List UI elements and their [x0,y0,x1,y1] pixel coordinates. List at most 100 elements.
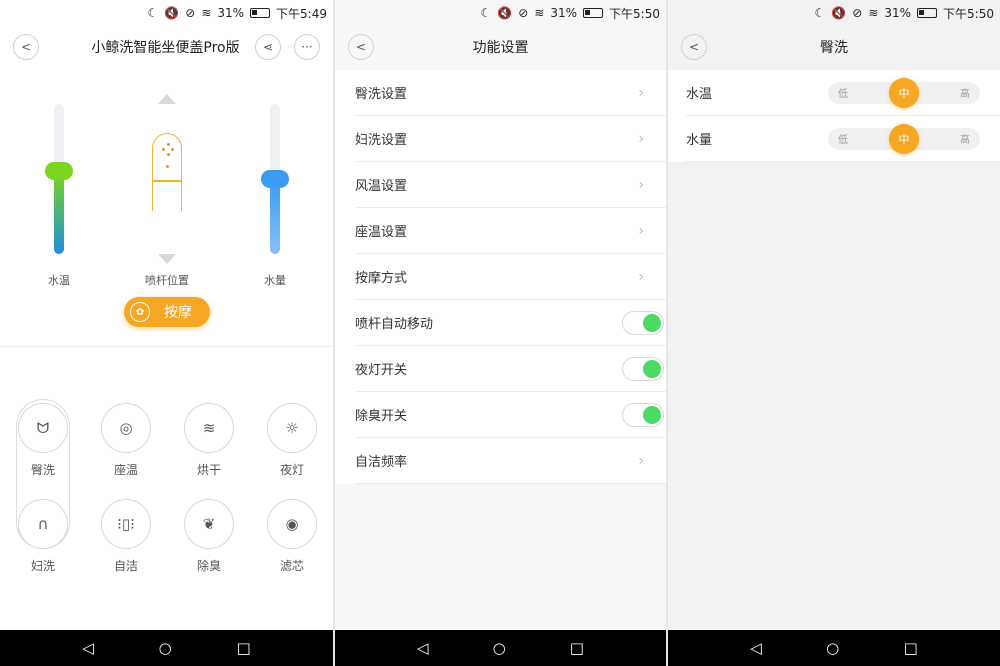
chevron-right-icon: › [638,452,644,469]
water-temp-selector[interactable]: 低 中 高 [828,77,980,108]
nozzle-icon [152,133,182,211]
slider-knob[interactable] [261,170,289,188]
settings-list: 臀洗设置 › 妇洗设置 › 风温设置 › 座温设置 › 按摩方式 › 喷杆自动移… [335,70,666,484]
spray-dot [167,153,170,156]
back-arrow-icon: < [355,40,367,54]
water-temp-slider[interactable] [39,104,79,254]
row-label: 座温设置 [355,225,408,240]
more-button[interactable]: ··· [294,34,320,60]
rear-wash-screen: ☾ 🔇 ⊘ ≋ 31% 下午5:50 < 臀洗 水温 低 中 高 水量 低 中 … [668,0,1000,666]
clock: 下午5:50 [943,6,994,21]
settings-row-rear-wash[interactable]: 臀洗设置 › [355,70,666,116]
mode-dry[interactable]: ≋ 烘干 [179,403,239,478]
clock: 下午5:49 [276,6,327,21]
option-selected[interactable]: 中 [889,77,919,108]
night-light-toggle[interactable] [622,356,664,381]
alarm-off-icon: ⊘ [852,6,863,20]
settings-row-self-clean-frequency[interactable]: 自洁频率 › [355,438,666,484]
toggle-knob [643,405,661,424]
back-button[interactable]: < [681,34,707,60]
option-high[interactable]: 高 [960,131,970,146]
mode-label: 自洁 [113,559,138,573]
nozzle-position-dot [166,165,169,168]
water-temp-label: 水温 [48,274,70,287]
self-clean-icon: ⁝▯⁝ [101,499,151,549]
option-low[interactable]: 低 [838,131,848,146]
back-button[interactable]: < [13,34,39,60]
nozzle-position-label: 喷杆位置 [145,274,189,287]
deodorize-icon: ❦ [184,499,234,549]
nozzle-forward-arrow-icon[interactable] [158,94,176,104]
mute-icon: 🔇 [164,6,180,20]
nav-recents-icon[interactable]: □ [236,639,250,657]
mode-label: 烘干 [196,463,221,477]
back-arrow-icon: < [20,40,32,54]
mode-deodorize[interactable]: ❦ 除臭 [179,499,239,574]
wifi-icon: ≋ [534,6,545,20]
row-label: 风温设置 [355,179,408,194]
nav-recents-icon[interactable]: □ [904,639,918,657]
nav-back-icon[interactable]: ◁ [750,639,762,657]
nav-home-icon[interactable]: ○ [493,639,506,657]
row-label: 水量 [686,133,713,148]
nav-recents-icon[interactable]: □ [570,639,584,657]
settings-screen: ☾ 🔇 ⊘ ≋ 31% 下午5:50 < 功能设置 臀洗设置 › 妇洗设置 › … [335,0,666,666]
water-volume-label: 水量 [264,274,286,287]
alarm-off-icon: ⊘ [518,6,529,20]
device-control-screen: ☾ 🔇 ⊘ ≋ 31% 下午5:49 < 小鲸洗智能坐便盖Pro版 ⋖ ··· … [0,0,333,666]
battery-icon [583,8,604,18]
settings-row-massage-mode[interactable]: 按摩方式 › [355,254,666,300]
moon-icon: ☾ [814,6,826,20]
option-high[interactable]: 高 [960,85,970,100]
share-button[interactable]: ⋖ [255,34,281,60]
spray-dot [162,148,165,151]
page-title: 功能设置 [472,40,529,56]
water-temp-row: 水温 低 中 高 [686,70,1000,116]
row-label: 水温 [686,87,713,102]
battery-icon [917,8,938,18]
battery-percent: 31% [550,6,578,20]
slider-knob[interactable] [45,162,73,180]
wifi-icon: ≋ [201,6,212,20]
settings-row-front-wash[interactable]: 妇洗设置 › [355,116,666,162]
system-nav-bar: ◁ ○ □ [335,630,666,666]
settings-row-night-light: 夜灯开关 [355,346,666,392]
nozzle-back-arrow-icon[interactable] [158,254,176,264]
nav-home-icon[interactable]: ○ [159,639,172,657]
status-bar: ☾ 🔇 ⊘ ≋ 31% 下午5:49 [0,0,333,26]
page-title: 臀洗 [820,40,848,56]
row-label: 按摩方式 [355,271,408,286]
settings-row-nozzle-auto-move: 喷杆自动移动 [355,300,666,346]
nozzle-auto-move-toggle[interactable] [622,310,664,335]
mode-self-clean[interactable]: ⁝▯⁝ 自洁 [96,499,156,574]
deodorize-toggle[interactable] [622,402,664,427]
settings-row-air-temp[interactable]: 风温设置 › [355,162,666,208]
share-icon: ⋖ [262,40,274,54]
massage-button[interactable]: ✿ 按摩 [124,297,210,327]
mode-front-wash[interactable]: ∩ 妇洗 [13,499,73,574]
row-label: 妇洗设置 [355,133,408,148]
moon-icon: ☾ [480,6,492,20]
water-volume-slider[interactable] [255,104,295,254]
toggle-knob [643,359,661,378]
battery-icon [250,8,271,18]
nav-back-icon[interactable]: ◁ [417,639,429,657]
option-selected[interactable]: 中 [889,123,919,154]
back-button[interactable]: < [348,34,374,60]
spray-dot [171,148,174,151]
mode-rear-wash[interactable]: ᗢ 臀洗 [13,403,73,478]
page-title: 小鲸洗智能坐便盖Pro版 [91,40,240,56]
mode-label: 滤芯 [279,559,304,573]
mode-night-light[interactable]: ☼ 夜灯 [262,403,322,478]
mode-filter[interactable]: ◉ 滤芯 [262,499,322,574]
battery-percent: 31% [217,6,245,20]
nav-back-icon[interactable]: ◁ [82,639,94,657]
nav-home-icon[interactable]: ○ [826,639,839,657]
option-low[interactable]: 低 [838,85,848,100]
mode-seat-temp[interactable]: ◎ 座温 [96,403,156,478]
settings-row-seat-temp[interactable]: 座温设置 › [355,208,666,254]
chevron-right-icon: › [638,176,644,193]
water-volume-selector[interactable]: 低 中 高 [828,123,980,154]
water-volume-row: 水量 低 中 高 [686,116,1000,162]
row-label: 除臭开关 [355,409,408,424]
